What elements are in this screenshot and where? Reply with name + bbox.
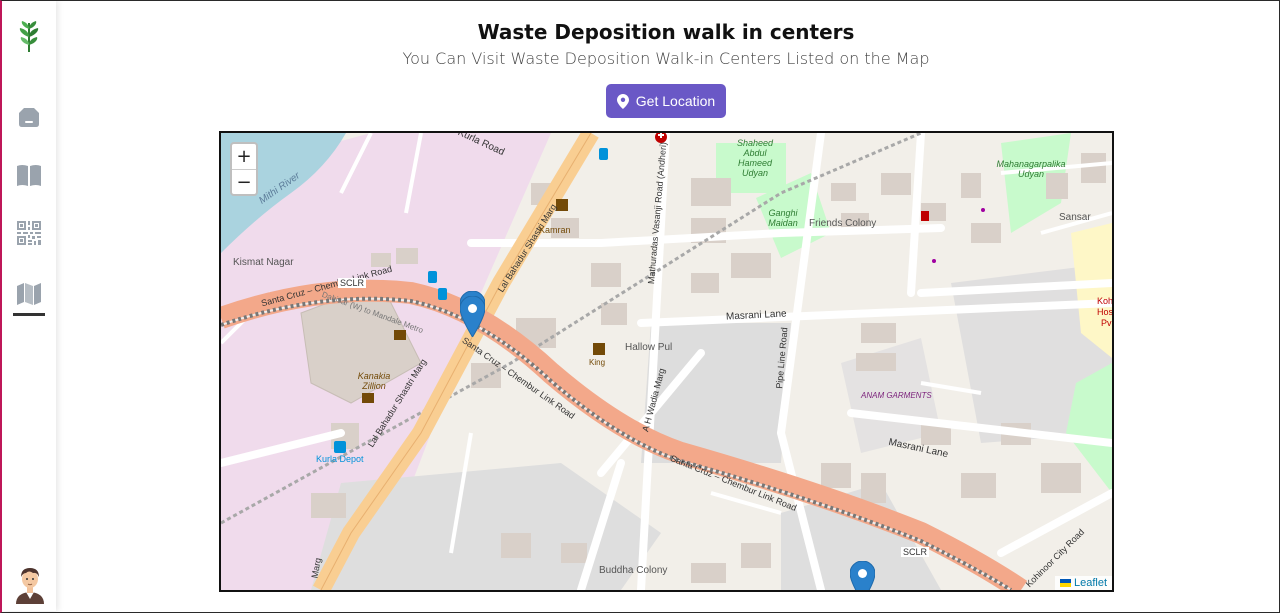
label-sansar: Sansar [1059, 212, 1091, 223]
location-pin-icon [616, 93, 629, 109]
dashboard-icon[interactable] [14, 102, 44, 132]
label-ganghi-maidan: Ganghi Maidan [768, 208, 798, 228]
leaf-logo-icon[interactable] [14, 21, 44, 52]
active-indicator [13, 313, 45, 316]
ukraine-flag-icon [1059, 579, 1071, 587]
page-title: Waste Deposition walk in centers [477, 20, 855, 44]
label-kanakia-zillion: Kanakia Zillion [357, 371, 391, 391]
user-avatar[interactable] [13, 564, 47, 604]
sidebar [2, 1, 56, 611]
book-icon[interactable] [14, 160, 44, 190]
label-anam-garments: ANAM GARMENTS [861, 391, 932, 400]
map-icon[interactable] [14, 279, 44, 309]
walk-in-center-marker-3[interactable] [850, 561, 875, 592]
map-container[interactable]: Kurla Road Mithi River Kismat Nagar Sant… [219, 131, 1114, 592]
label-sclr-2: SCLR [901, 547, 930, 557]
label-kismat-nagar: Kismat Nagar [233, 257, 294, 268]
label-kamran: Kamran [539, 225, 571, 235]
label-mahanagarpalika: Mahanagarpalika Udyan [996, 159, 1066, 179]
label-hospital-3: Pv [1101, 318, 1112, 328]
main-content: Waste Deposition walk in centers You Can… [56, 0, 1278, 613]
page-subtitle: You Can Visit Waste Deposition Walk-in C… [402, 49, 930, 68]
label-friends-colony: Friends Colony [809, 218, 877, 229]
label-sclr-1: SCLR [338, 278, 367, 288]
map-tiles[interactable] [221, 133, 1112, 590]
zoom-in-button[interactable]: + [232, 144, 256, 169]
label-shaheed-park: Shaheed Abdul Hameed Udyan [736, 138, 774, 178]
label-hallow-pul: Hallow Pul [625, 342, 673, 353]
get-location-label: Get Location [635, 93, 716, 109]
zoom-out-button[interactable]: − [232, 169, 256, 194]
get-location-button[interactable]: Get Location [606, 84, 726, 118]
label-king: King [589, 358, 606, 367]
label-buddha-colony: Buddha Colony [599, 565, 668, 576]
walk-in-center-marker-2[interactable] [460, 296, 485, 337]
qr-code-icon[interactable] [14, 218, 44, 248]
leaflet-link[interactable]: Leaflet [1074, 577, 1107, 589]
zoom-control: + − [230, 142, 258, 196]
label-hospital-1: Koh [1097, 296, 1114, 306]
label-hospital-2: Hos [1097, 307, 1114, 317]
map-attribution: Leaflet [1054, 576, 1112, 590]
label-kurla-depot: Kurla Depot [316, 454, 364, 464]
